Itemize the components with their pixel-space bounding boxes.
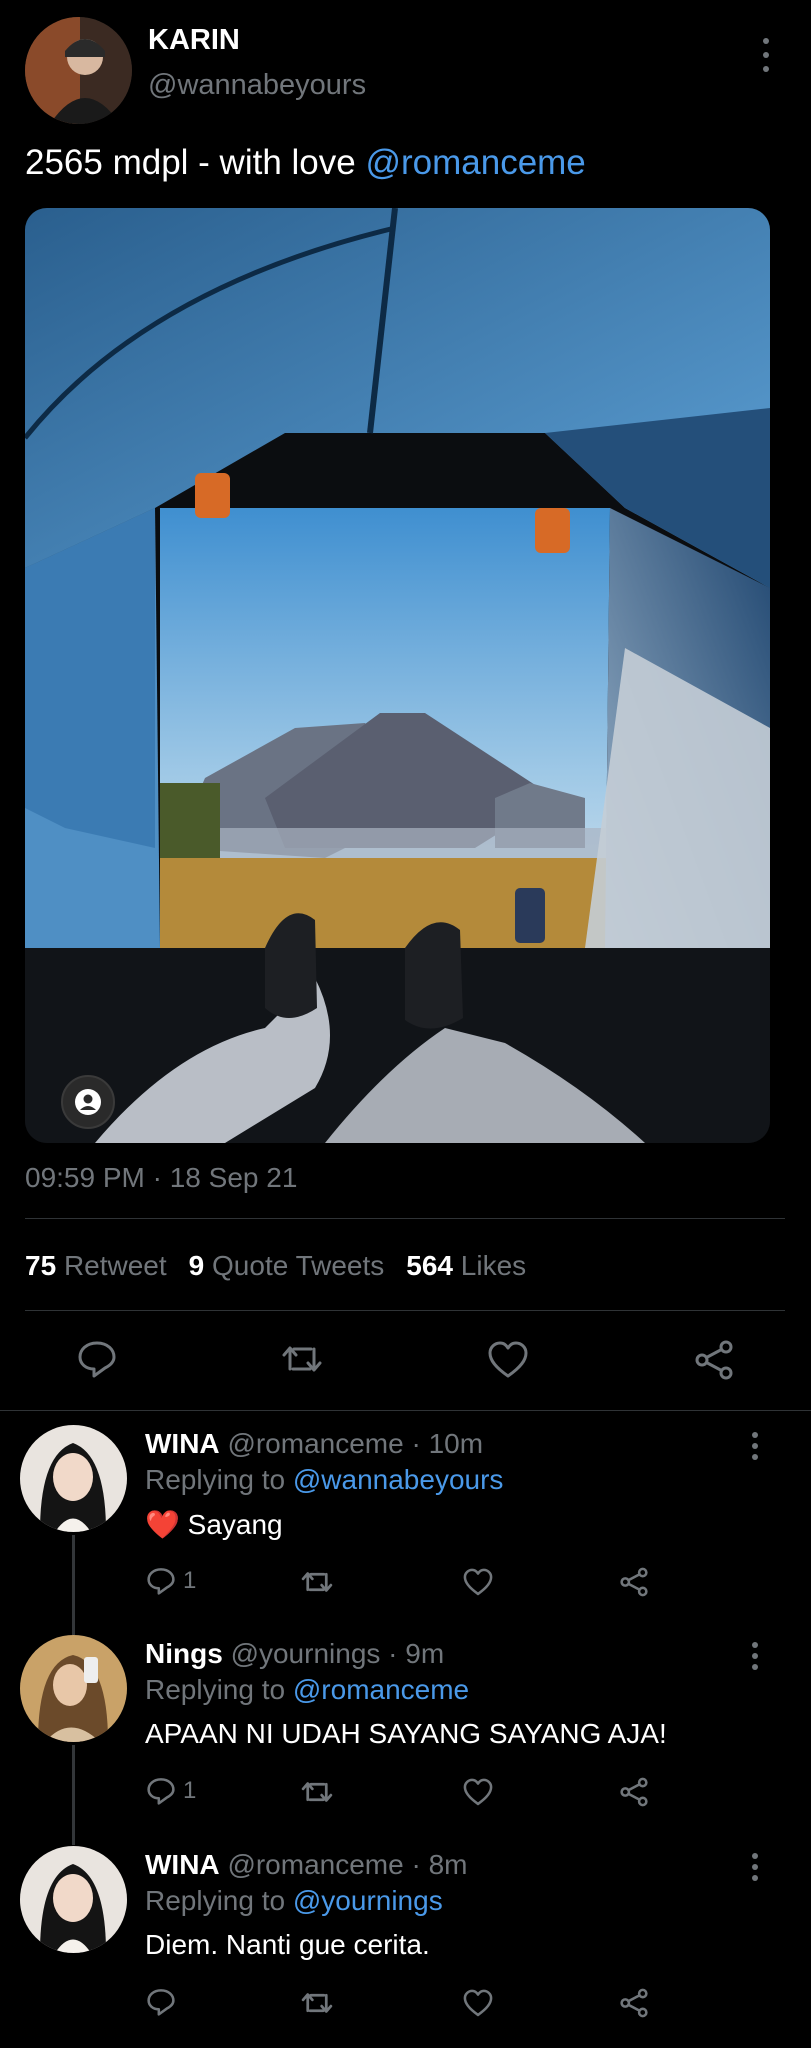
more-options-icon[interactable]: [756, 38, 776, 72]
reply-author: Nings @yournings · 9m: [145, 1638, 445, 1669]
author-name[interactable]: KARIN: [148, 24, 240, 57]
like-icon[interactable]: [462, 1777, 494, 1809]
mention-link[interactable]: @romanceme: [293, 1674, 469, 1705]
share-icon[interactable]: [618, 1776, 650, 1808]
reply-tweet[interactable]: WINA @romanceme · 8m Replying to @yourni…: [0, 1843, 811, 2043]
replying-to: Replying to @wannabeyours: [145, 1464, 504, 1495]
divider: [0, 1410, 811, 1411]
like-icon[interactable]: [462, 1988, 494, 2020]
author-handle[interactable]: @wannabeyours: [148, 69, 366, 102]
divider: [25, 1310, 785, 1311]
quotes-stat[interactable]: 9 Quote Tweets: [189, 1250, 385, 1281]
more-options-icon[interactable]: [745, 1642, 765, 1670]
mention-link[interactable]: @wannabeyours: [293, 1464, 504, 1495]
person-icon: [75, 1089, 101, 1115]
reply-tweet[interactable]: Nings @yournings · 9m Replying to @roman…: [0, 1632, 811, 1837]
reply-icon: [147, 1568, 175, 1595]
reply-icon[interactable]: [145, 1986, 177, 2018]
like-icon[interactable]: [462, 1567, 494, 1599]
more-options-icon[interactable]: [745, 1853, 765, 1881]
replying-to: Replying to @yournings: [145, 1885, 443, 1916]
share-icon[interactable]: [692, 1338, 736, 1382]
divider: [25, 1218, 785, 1219]
reply-count: 1: [183, 1567, 197, 1594]
mention-link[interactable]: @romanceme: [365, 143, 585, 182]
reply-count: 1: [183, 1777, 197, 1804]
heart-emoji: ❤️: [145, 1509, 180, 1540]
reply-action[interactable]: 1: [145, 1775, 196, 1807]
share-icon[interactable]: [618, 1566, 650, 1598]
more-options-icon[interactable]: [745, 1432, 765, 1460]
reply-text: ❤️ Sayang: [145, 1509, 283, 1540]
replying-to: Replying to @romanceme: [145, 1674, 470, 1705]
reply-author: WINA @romanceme · 10m: [145, 1428, 484, 1459]
like-icon[interactable]: [486, 1339, 530, 1383]
reply-icon[interactable]: [75, 1337, 119, 1381]
tweet-photo[interactable]: [25, 208, 770, 1143]
retweets-stat[interactable]: 75 Retweet: [25, 1250, 167, 1281]
reply-action[interactable]: 1: [145, 1565, 196, 1597]
retweet-icon[interactable]: [300, 1775, 334, 1809]
retweet-icon[interactable]: [280, 1337, 324, 1381]
tent-photo: [25, 208, 770, 1143]
share-icon[interactable]: [618, 1987, 650, 2019]
engagement-stats: 75 Retweet 9 Quote Tweets 564 Likes: [25, 1250, 526, 1282]
reply-text: Diem. Nanti gue cerita.: [145, 1929, 430, 1960]
reply-avatar[interactable]: [20, 1425, 127, 1532]
retweet-icon[interactable]: [300, 1565, 334, 1599]
reply-tweet[interactable]: WINA @romanceme · 10m Replying to @wanna…: [0, 1420, 811, 1625]
reply-author: WINA @romanceme · 8m: [145, 1849, 468, 1880]
reply-avatar[interactable]: [20, 1846, 127, 1953]
reply-avatar[interactable]: [20, 1635, 127, 1742]
reply-icon: [147, 1778, 175, 1805]
tagged-people-button[interactable]: [61, 1075, 115, 1129]
likes-stat[interactable]: 564 Likes: [406, 1250, 526, 1281]
tweet-text-body: 2565 mdpl - with love: [25, 143, 366, 182]
author-avatar[interactable]: [25, 17, 132, 124]
tweet-timestamp[interactable]: 09:59 PM · 18 Sep 21: [25, 1162, 297, 1194]
retweet-icon[interactable]: [300, 1986, 334, 2020]
reply-text: APAAN NI UDAH SAYANG SAYANG AJA!: [145, 1718, 667, 1749]
tweet-text: 2565 mdpl - with love @romanceme: [25, 143, 586, 183]
mention-link[interactable]: @yournings: [293, 1885, 443, 1916]
